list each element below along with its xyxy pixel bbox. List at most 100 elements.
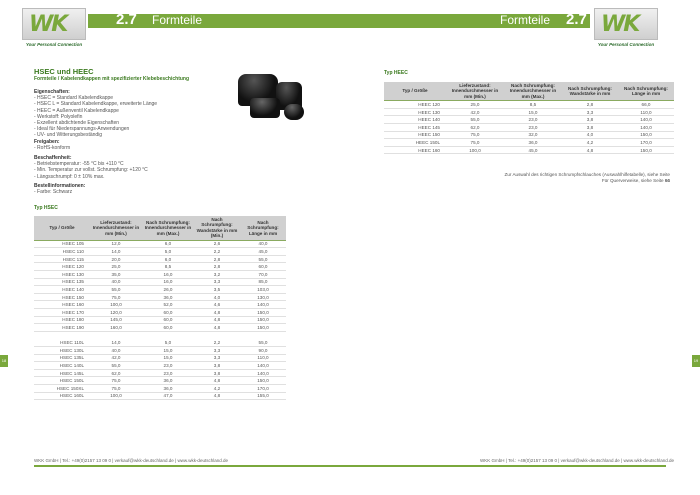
table-cell: HEEC 145 xyxy=(384,123,446,132)
hsec-table-label: Typ HSEC xyxy=(34,205,58,211)
table-row: HSEC 130 35,0 16,0 3,2 70,0 xyxy=(34,270,286,279)
table-cell: 75,0 xyxy=(90,376,142,385)
table-row: HSEC 130L 40,0 15,0 3,3 90,0 xyxy=(34,346,286,355)
table-row: HEEC 150L 75,0 36,0 4,2 170,0 xyxy=(384,138,674,147)
table-cell: 4,8 xyxy=(194,323,240,332)
table-cell: 75,0 xyxy=(446,131,504,140)
table-cell: 23,0 xyxy=(504,115,562,124)
table-cell: 70,0 xyxy=(240,270,286,279)
table-cell: HEEC 150L xyxy=(384,138,446,147)
table-row: HSEC 190 160,0 60,0 4,8 150,0 xyxy=(34,323,286,332)
table-cell: 3,5 xyxy=(194,285,240,294)
table-cell: HSEC 130L xyxy=(34,346,90,355)
table-group-spacer xyxy=(34,331,286,339)
table-cell: 85,0 xyxy=(240,278,286,287)
table-cell: 45,0 xyxy=(504,146,562,155)
finish-section: Beschaffenheit: - Betriebstemperatur: -5… xyxy=(34,155,148,180)
table-cell: 52,0 xyxy=(142,300,194,309)
table-row: HSEC 180 145,0 60,0 4,8 150,0 xyxy=(34,316,286,325)
table-row: HSEC 140 55,0 26,0 3,5 103,0 xyxy=(34,285,286,294)
table-row: HEEC 140 55,0 23,0 3,8 140,0 xyxy=(384,115,674,124)
table-cell: 35,0 xyxy=(90,270,142,279)
table-cell: 155,0 xyxy=(240,392,286,401)
page-side-tab: 19 xyxy=(692,355,700,367)
table-cell: 23,0 xyxy=(142,361,194,370)
logo-tagline: Your Personal Connection xyxy=(597,42,655,47)
note-cross-reference: Für Querverweise, siehe Seite 66 xyxy=(601,178,670,183)
table-cell: HEEC 120 xyxy=(384,100,446,109)
left-page: WK Your Personal Connection 2.7 Formteil… xyxy=(0,0,350,495)
properties-section: Eigenschaften: - HSEC = Standard Kabelen… xyxy=(34,89,157,139)
table-cell: 16,0 xyxy=(142,270,194,279)
table-cell: 145,0 xyxy=(90,316,142,325)
table-cell: HSEC 130 xyxy=(34,270,90,279)
table-row: HSEC 170 120,0 60,0 4,8 150,0 xyxy=(34,308,286,317)
table-cell: 15,0 xyxy=(504,108,562,117)
logo-box: WK xyxy=(594,8,658,40)
table-cell: 42,0 xyxy=(90,354,142,363)
property-line: - HSEC L = Standard Kabelendkappe, erwei… xyxy=(34,101,158,108)
logo-tagline: Your Personal Connection xyxy=(25,42,83,47)
table-cell: 75,0 xyxy=(446,138,504,147)
table-cell: 6,0 xyxy=(142,255,194,264)
table-cell: 3,8 xyxy=(562,115,618,124)
spacer-cell xyxy=(240,331,286,339)
finish-line: - Längsschrumpf: 0 ± 10% max. xyxy=(34,173,105,180)
property-line: - UV- und Witterungsbeständig xyxy=(34,132,103,139)
table-row: HSEC 115 20,0 6,0 2,8 55,0 xyxy=(34,255,286,264)
table-cell: HSEC 180 xyxy=(34,316,90,325)
table-cell: 25,0 xyxy=(90,262,142,271)
table-cell: 160,0 xyxy=(90,323,142,332)
spacer-cell xyxy=(34,331,90,339)
right-page: Formteile 2.7 WK Your Personal Connectio… xyxy=(350,0,700,495)
table-cell: 36,0 xyxy=(504,138,562,147)
table-cell: 23,0 xyxy=(504,123,562,132)
table-cell: HSEC 140L xyxy=(34,361,90,370)
table-cell: 3,8 xyxy=(194,361,240,370)
table-header-row: Typ / Größe Lieferzustand: Innendurchmes… xyxy=(34,216,286,241)
logo-mark: WK xyxy=(601,12,640,37)
table-row: HSEC 135 40,0 16,0 3,3 85,0 xyxy=(34,278,286,287)
table-cell: 32,0 xyxy=(504,131,562,140)
table-cell: 16,0 xyxy=(142,278,194,287)
table-cell: 6,0 xyxy=(142,240,194,249)
table-cell: 36,0 xyxy=(142,384,194,393)
col-header-wall: Nach Schrumpfung: Wandstärke in mm xyxy=(562,82,618,102)
footer-contact: WKK GmbH | Tel.: +49(0)2157 13 09 0 | ve… xyxy=(34,458,228,463)
table-cell: 2,6 xyxy=(194,240,240,249)
table-cell: HEEC 130 xyxy=(384,108,446,117)
table-cell: 2,2 xyxy=(194,247,240,256)
table-cell: 36,0 xyxy=(142,293,194,302)
table-cell: HSEC 110L xyxy=(34,338,90,347)
logo-box: WK xyxy=(22,8,86,40)
table-cell: 140,0 xyxy=(240,361,286,370)
table-cell: 3,3 xyxy=(194,354,240,363)
brochure-spread: WK Your Personal Connection 2.7 Formteil… xyxy=(0,0,700,495)
table-cell: 55,0 xyxy=(446,115,504,124)
table-row: HSEC 150L 75,0 36,0 4,8 150,0 xyxy=(34,376,286,385)
heec-table-label: Typ HEEC xyxy=(384,70,408,76)
table-cell: 170,0 xyxy=(618,138,674,147)
table-row: HSEC 160 100,0 52,0 4,6 140,0 xyxy=(34,300,286,309)
col-header-length: Nach Schrumpfung: Länge in mm xyxy=(618,82,674,102)
table-row: HSEC 105 12,0 6,0 2,6 40,0 xyxy=(34,240,286,249)
table-cell: 4,8 xyxy=(194,316,240,325)
table-cell: 62,0 xyxy=(446,123,504,132)
table-cell: 4,8 xyxy=(194,376,240,385)
table-cell: 140,0 xyxy=(240,300,286,309)
table-cell: 40,0 xyxy=(240,240,286,249)
table-cell: 4,8 xyxy=(562,146,618,155)
table-row: HSEC 135L 42,0 15,0 3,3 110,0 xyxy=(34,354,286,363)
table-cell: 130,0 xyxy=(240,293,286,302)
order-line: - Farbe: Schwarz xyxy=(34,189,73,196)
table-cell: 2,8 xyxy=(194,255,240,264)
table-cell: 4,8 xyxy=(194,392,240,401)
hsec-size-table: Typ / Größe Lieferzustand: Innendurchmes… xyxy=(34,216,286,401)
table-header-row: Typ / Größe Lieferzustand: Innendurchmes… xyxy=(384,82,674,102)
end-cap-shape xyxy=(284,104,304,120)
product-image-end-caps xyxy=(232,68,312,123)
table-cell: 12,0 xyxy=(90,240,142,249)
table-cell: 60,0 xyxy=(240,262,286,271)
table-cell: HSEC 140 xyxy=(34,285,90,294)
table-cell: 5,0 xyxy=(142,247,194,256)
